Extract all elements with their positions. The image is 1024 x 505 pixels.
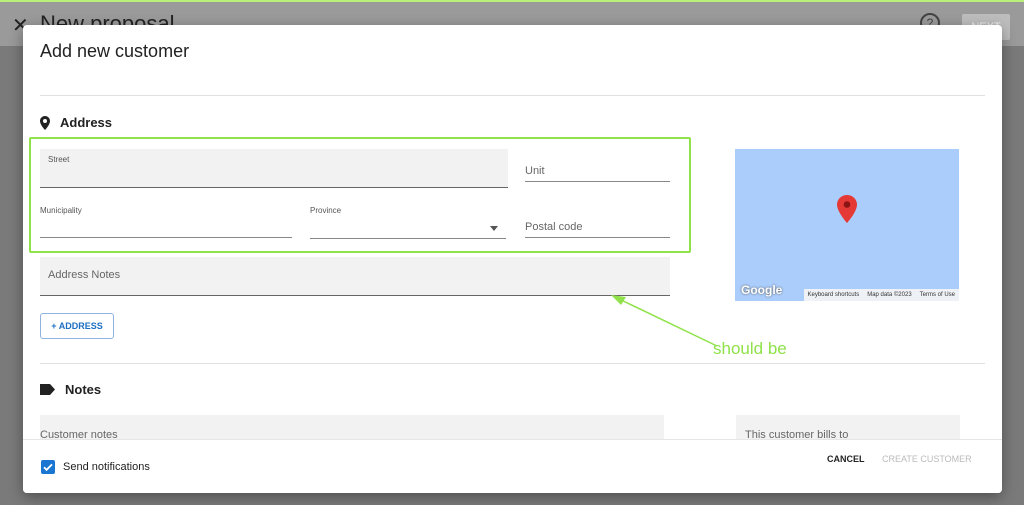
- annotation-arrow: [611, 295, 718, 347]
